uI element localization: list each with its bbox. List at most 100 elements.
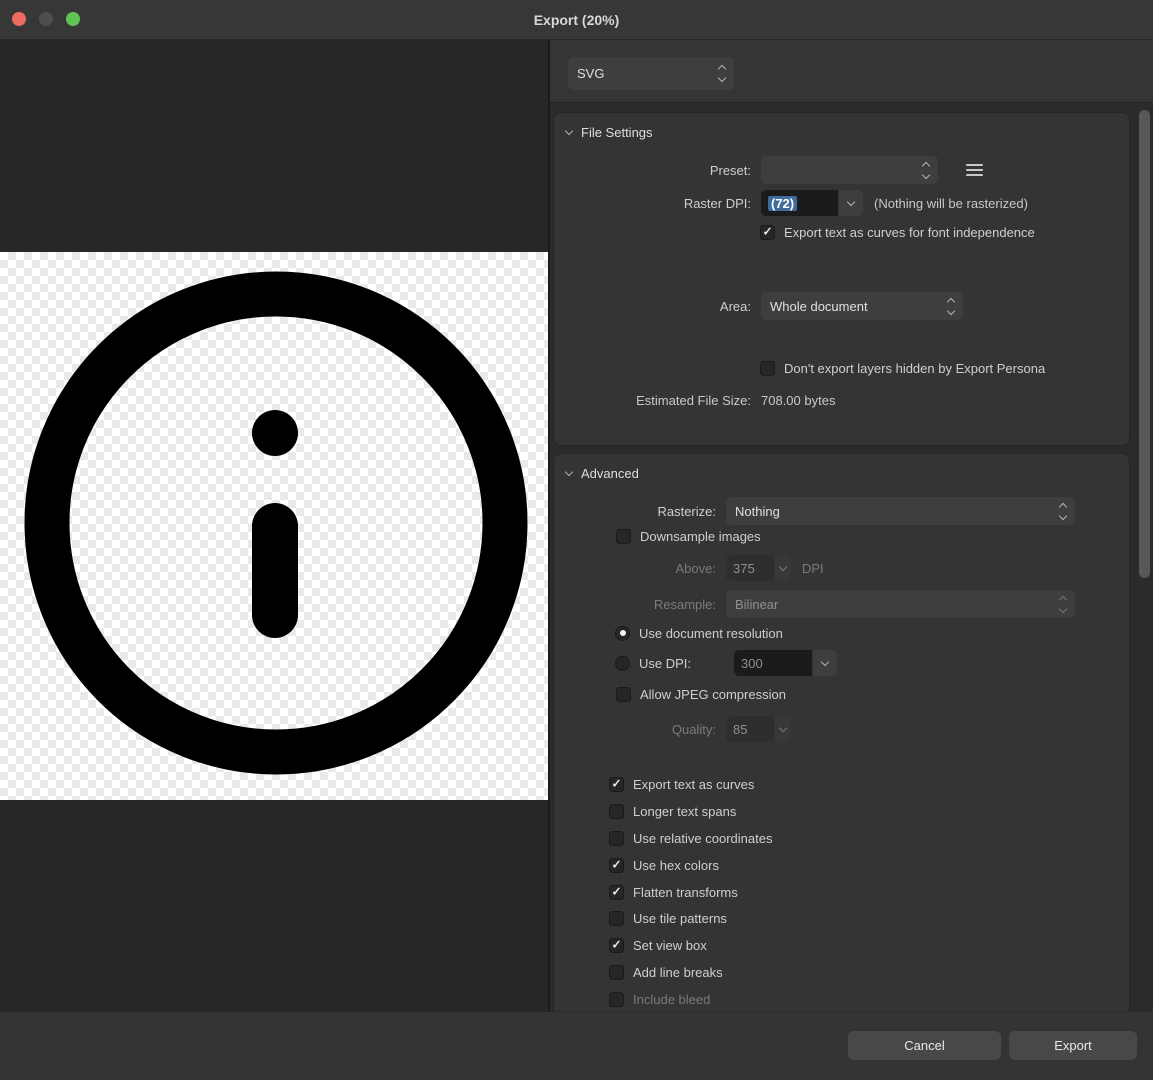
export-text-as-curves-checkbox[interactable] (609, 777, 624, 792)
option-label: Longer text spans (633, 804, 736, 819)
option-label: Use relative coordinates (633, 831, 772, 846)
raster-dpi-combo[interactable]: (72) (761, 190, 863, 216)
chevron-up-down-icon (948, 299, 954, 314)
file-settings-section: File Settings Preset: Raster DPI: (72) (553, 112, 1130, 446)
resample-select-value: Bilinear (735, 597, 778, 612)
use-dpi-value: 300 (734, 650, 812, 676)
preset-select[interactable] (761, 156, 938, 184)
option-label: Export text as curves (633, 777, 754, 792)
format-select[interactable]: SVG (568, 57, 734, 90)
export-button[interactable]: Export (1009, 1031, 1137, 1060)
use-relative-coordinates-checkbox[interactable] (609, 831, 624, 846)
rasterize-select[interactable]: Nothing (726, 497, 1075, 525)
option-label: Use hex colors (633, 858, 719, 873)
preset-label: Preset: (554, 163, 751, 178)
option-label: Use tile patterns (633, 911, 727, 926)
export-preview-canvas (0, 252, 548, 800)
downsample-images-checkbox[interactable] (616, 529, 631, 544)
option-label: Add line breaks (633, 965, 723, 980)
close-button[interactable] (12, 12, 26, 26)
traffic-lights (12, 12, 80, 26)
area-label: Area: (554, 299, 751, 314)
option-row: Flatten transforms (609, 883, 738, 901)
option-row: Export text as curves (609, 775, 754, 793)
settings-pane: SVG File Settings Preset: (548, 40, 1153, 1012)
longer-text-spans-checkbox[interactable] (609, 804, 624, 819)
above-dpi-value: 375 (726, 555, 774, 581)
raster-dpi-value: (72) (768, 196, 797, 211)
section-title: File Settings (581, 125, 653, 140)
above-dpi-combo: 375 (726, 555, 791, 581)
area-select-value: Whole document (770, 299, 868, 314)
dont-export-hidden-layers-checkbox[interactable] (760, 361, 775, 376)
chevron-up-down-icon (1060, 597, 1066, 612)
dialog-footer: Cancel Export (0, 1012, 1153, 1080)
estimated-size-label: Estimated File Size: (554, 393, 751, 408)
format-select-value: SVG (577, 66, 604, 81)
use-document-resolution-radio[interactable] (615, 626, 630, 641)
include-bleed-checkbox (609, 992, 624, 1007)
export-text-curves-font-label: Export text as curves for font independe… (784, 225, 1035, 240)
use-dpi-combo[interactable]: 300 (734, 650, 837, 676)
rasterize-select-value: Nothing (735, 504, 780, 519)
chevron-up-down-icon (923, 163, 929, 178)
quality-combo: 85 (726, 716, 791, 742)
chevron-up-down-icon (719, 66, 725, 81)
export-dialog: Export (20%) SVG (0, 0, 1153, 1080)
use-hex-colors-checkbox[interactable] (609, 858, 624, 873)
resample-label: Resample: (554, 597, 716, 612)
preset-menu-icon[interactable] (966, 164, 983, 177)
raster-dpi-label: Raster DPI: (554, 196, 751, 211)
zoom-button[interactable] (66, 12, 80, 26)
quality-label: Quality: (554, 722, 716, 737)
minimize-button[interactable] (39, 12, 53, 26)
option-row: Use hex colors (609, 856, 719, 874)
titlebar: Export (20%) (0, 0, 1153, 40)
info-icon-artwork (0, 252, 548, 800)
above-label: Above: (554, 561, 716, 576)
cancel-button[interactable]: Cancel (848, 1031, 1001, 1060)
resample-select: Bilinear (726, 590, 1075, 618)
add-line-breaks-checkbox[interactable] (609, 965, 624, 980)
allow-jpeg-compression-label: Allow JPEG compression (640, 687, 786, 702)
above-dpi-suffix: DPI (802, 561, 824, 576)
chevron-down-icon (565, 126, 573, 134)
chevron-down-icon (847, 198, 855, 206)
use-document-resolution-label: Use document resolution (639, 626, 783, 641)
scrollbar-thumb[interactable] (1139, 110, 1150, 578)
export-text-curves-font-checkbox[interactable] (760, 225, 775, 240)
area-select[interactable]: Whole document (761, 292, 963, 320)
quality-dropdown-button (775, 716, 791, 742)
rasterize-label: Rasterize: (554, 504, 716, 519)
raster-dpi-dropdown-button[interactable] (839, 190, 863, 216)
use-dpi-radio[interactable] (615, 656, 630, 671)
option-row: Use relative coordinates (609, 829, 772, 847)
chevron-down-icon (821, 658, 829, 666)
option-label: Include bleed (633, 992, 710, 1007)
dont-export-hidden-layers-label: Don't export layers hidden by Export Per… (784, 361, 1045, 376)
preview-pane (0, 40, 548, 1012)
chevron-down-icon (779, 724, 787, 732)
downsample-images-label: Downsample images (640, 529, 761, 544)
chevron-down-icon (565, 467, 573, 475)
estimated-size-value: 708.00 bytes (761, 393, 835, 408)
option-label: Flatten transforms (633, 885, 738, 900)
advanced-section: Advanced Rasterize: Nothing Downsample i… (553, 453, 1130, 1011)
raster-dpi-note: (Nothing will be rasterized) (874, 196, 1028, 211)
set-view-box-checkbox[interactable] (609, 938, 624, 953)
above-dpi-dropdown-button (775, 555, 791, 581)
window-title: Export (20%) (0, 0, 1153, 40)
flatten-transforms-checkbox[interactable] (609, 885, 624, 900)
use-dpi-label: Use DPI: (639, 656, 725, 671)
use-dpi-dropdown-button[interactable] (813, 650, 837, 676)
file-settings-header[interactable]: File Settings (566, 121, 653, 143)
option-row: Use tile patterns (609, 909, 727, 927)
chevron-down-icon (779, 563, 787, 571)
settings-scroll-area: File Settings Preset: Raster DPI: (72) (550, 103, 1153, 1011)
advanced-header[interactable]: Advanced (566, 462, 639, 484)
use-tile-patterns-checkbox[interactable] (609, 911, 624, 926)
allow-jpeg-compression-checkbox[interactable] (616, 687, 631, 702)
quality-value: 85 (726, 716, 774, 742)
format-strip: SVG (550, 40, 1153, 103)
chevron-up-down-icon (1060, 504, 1066, 519)
